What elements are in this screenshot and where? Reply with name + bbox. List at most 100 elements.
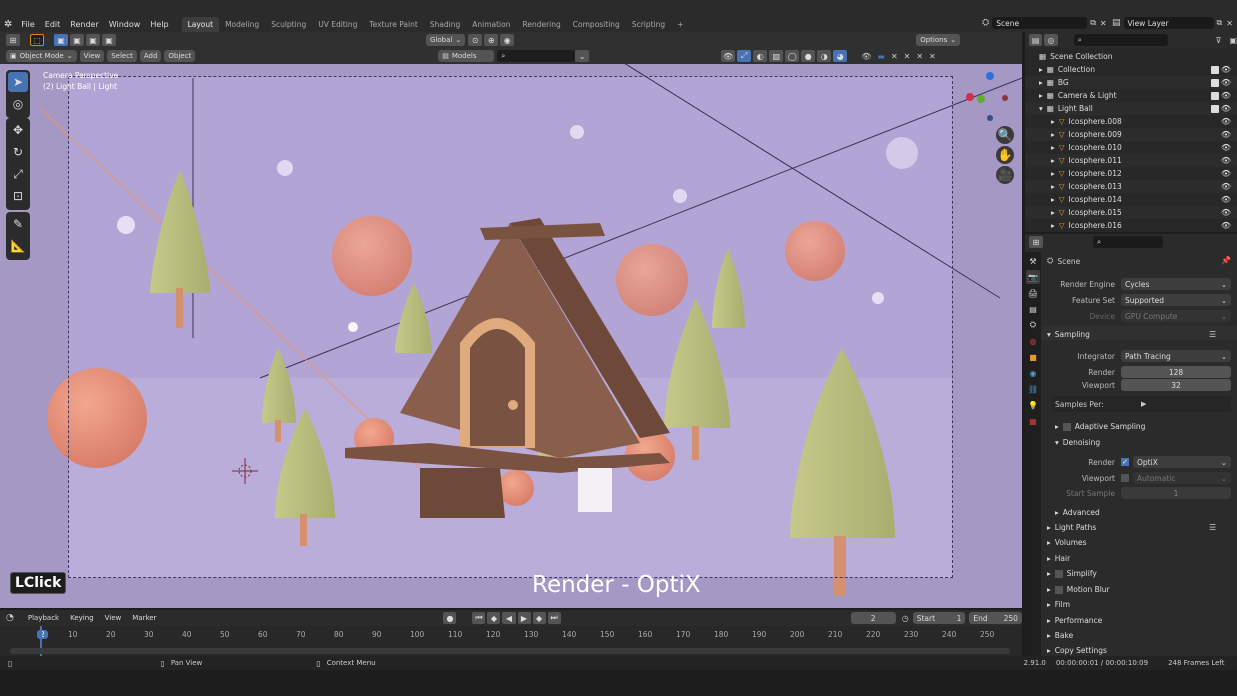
tab-modeling[interactable]: Modeling [219, 17, 265, 32]
add-menu[interactable]: Add [139, 50, 162, 62]
denoise-viewport-dropdown[interactable]: Automatic ⌄ [1133, 472, 1231, 484]
eye-icon[interactable]: 👁 [1221, 156, 1231, 165]
denoise-render-checkbox[interactable]: ✓ [1121, 458, 1129, 466]
list-icon[interactable]: ☰ [1209, 330, 1216, 339]
scene-tab-icon[interactable]: ⛭ [1026, 318, 1040, 332]
tab-compositing[interactable]: Compositing [567, 17, 626, 32]
chevron-right-icon[interactable]: ▸ [1039, 65, 1043, 74]
outliner-item[interactable]: ▸ ▽ Icosphere.012 👁 [1025, 167, 1237, 180]
jump-end-icon[interactable]: ⏭ [547, 612, 561, 624]
eye-icon[interactable]: 👁 [1221, 130, 1231, 139]
mode-extend-icon[interactable]: ▣ [70, 34, 84, 46]
integrator-dropdown[interactable]: Path Tracing ⌄ [1121, 350, 1231, 362]
pivot-icon[interactable]: ⊙ [468, 34, 483, 46]
outliner-item[interactable]: ▸ ▽ Icosphere.014 👁 [1025, 193, 1237, 206]
eye-icon[interactable]: 👁 [1221, 182, 1231, 191]
scale-tool-icon[interactable]: ⤢ [8, 164, 28, 184]
chevron-right-icon[interactable]: ▸ [1051, 195, 1055, 204]
eye-icon[interactable]: 👁 [1221, 169, 1231, 178]
gizmo-icon[interactable]: ⤢ [737, 50, 752, 62]
sampling-panel-header[interactable]: ▾ Sampling [1047, 330, 1090, 339]
play-reverse-icon[interactable]: ◀ [502, 612, 516, 624]
list-icon[interactable]: ☰ [1209, 523, 1216, 532]
tab-uv-editing[interactable]: UV Editing [312, 17, 363, 32]
light-paths-header[interactable]: ▸ Light Paths [1047, 523, 1096, 532]
render-engine-dropdown[interactable]: Cycles ⌄ [1121, 278, 1231, 290]
advanced-header[interactable]: ▸ Advanced [1055, 508, 1100, 517]
mode-invert-icon[interactable]: ▣ [102, 34, 116, 46]
close-icon[interactable]: ✕ [904, 52, 911, 61]
hide-toggle-icon[interactable]: ▬ [877, 52, 885, 61]
object-menu[interactable]: Object [164, 50, 196, 62]
chevron-right-icon[interactable]: ▸ [1039, 78, 1043, 87]
eye-icon[interactable]: 👁 [1221, 143, 1231, 152]
outliner-item[interactable]: ▸ ▽ Icosphere.013 👁 [1025, 180, 1237, 193]
timeline-track[interactable]: 2 10 20 30 40 50 60 70 80 90 100 110 120 130 140 150 160… [0, 626, 1022, 656]
overlay-icon[interactable]: ◐ [753, 50, 768, 62]
exclude-checkbox[interactable] [1211, 78, 1219, 87]
select-box-icon[interactable]: ⬚ [30, 34, 44, 46]
play-icon[interactable]: ▶ [517, 612, 531, 624]
film-header[interactable]: ▸ Film [1047, 600, 1070, 609]
eye-icon[interactable]: 👁 [1221, 91, 1231, 100]
chevron-right-icon[interactable]: ▸ [1051, 117, 1055, 126]
simplify-header[interactable]: ▸ Simplify [1047, 569, 1097, 578]
chevron-down-icon[interactable]: ▾ [1039, 104, 1043, 113]
pan-hand-icon[interactable]: ✋ [996, 146, 1014, 164]
prev-keyframe-icon[interactable]: ◆ [487, 612, 501, 624]
output-tab-icon[interactable]: 🖨 [1026, 286, 1040, 300]
snap-icon[interactable]: ⊕ [484, 34, 499, 46]
close-icon[interactable]: ✕ [929, 52, 936, 61]
pin-icon[interactable]: 📌 [1221, 256, 1231, 265]
outliner-item[interactable]: ▸ ▽ Icosphere.015 👁 [1025, 206, 1237, 219]
cursor-tool-icon[interactable]: ◎ [8, 94, 28, 114]
hair-header[interactable]: ▸ Hair [1047, 554, 1070, 563]
menu-file[interactable]: File [16, 20, 39, 29]
tab-layout[interactable]: Layout [181, 16, 220, 32]
eye-icon[interactable]: 👁 [861, 52, 871, 61]
tab-texture-paint[interactable]: Texture Paint [363, 17, 423, 32]
checkbox[interactable] [1054, 585, 1063, 594]
constraints-tab-icon[interactable]: ⛓ [1026, 382, 1040, 396]
rendered-shading-icon[interactable]: ◕ [833, 50, 848, 62]
options-dropdown[interactable]: Options ⌄ [916, 34, 961, 46]
physics-tab-icon[interactable]: ◉ [1026, 366, 1040, 380]
menu-render[interactable]: Render [65, 20, 103, 29]
eye-icon[interactable]: 👁 [1221, 78, 1231, 87]
outliner-root[interactable]: ▦ Scene Collection [1025, 50, 1237, 63]
exclude-checkbox[interactable] [1211, 104, 1219, 113]
jump-start-icon[interactable]: ⏮ [472, 612, 486, 624]
close-icon[interactable]: ✕ [1226, 19, 1233, 28]
solid-shading-icon[interactable]: ● [801, 50, 816, 62]
tab-rendering[interactable]: Rendering [516, 17, 566, 32]
outliner-item[interactable]: ▸ ▦ BG 👁 [1025, 76, 1237, 89]
data-tab-icon[interactable]: 💡 [1026, 398, 1040, 412]
viewport-search-input[interactable]: ⌕ [497, 50, 576, 62]
menu-help[interactable]: Help [145, 20, 173, 29]
outliner-item[interactable]: ▸ ▽ Icosphere.008 👁 [1025, 115, 1237, 128]
adaptive-sampling-header[interactable]: ▸ Adaptive Sampling [1055, 422, 1145, 431]
checkbox[interactable] [1054, 569, 1063, 578]
annotate-tool-icon[interactable]: ✎ [8, 214, 28, 234]
record-icon[interactable]: ● [443, 612, 457, 624]
zoom-icon[interactable]: 🔍 [996, 126, 1014, 144]
tab-shading[interactable]: Shading [424, 17, 466, 32]
filter-icon[interactable]: ⌄ [575, 50, 590, 62]
checkbox[interactable] [1062, 422, 1071, 431]
tab-sculpting[interactable]: Sculpting [265, 17, 312, 32]
start-sample-field[interactable]: 1 [1121, 487, 1231, 499]
timeline-editor-icon[interactable]: ◔ [6, 613, 14, 623]
outliner-search-input[interactable]: ⌕ [1073, 34, 1168, 46]
outliner-editor-icon[interactable]: ▤ [1029, 34, 1043, 46]
tab-scripting[interactable]: Scripting [626, 17, 671, 32]
chevron-right-icon[interactable]: ▸ [1051, 221, 1055, 230]
marker-menu[interactable]: Marker [128, 612, 160, 624]
close-icon[interactable]: ✕ [891, 52, 898, 61]
rotate-tool-icon[interactable]: ↻ [8, 142, 28, 162]
denoise-viewport-checkbox[interactable] [1121, 474, 1129, 482]
view-layer-field[interactable]: View Layer [1123, 17, 1214, 29]
properties-search-input[interactable]: ⌕ [1093, 236, 1163, 248]
chevron-right-icon[interactable]: ▸ [1051, 130, 1055, 139]
scene-name-field[interactable]: Scene [992, 17, 1088, 29]
properties-editor-icon[interactable]: ⊞ [1029, 236, 1043, 248]
